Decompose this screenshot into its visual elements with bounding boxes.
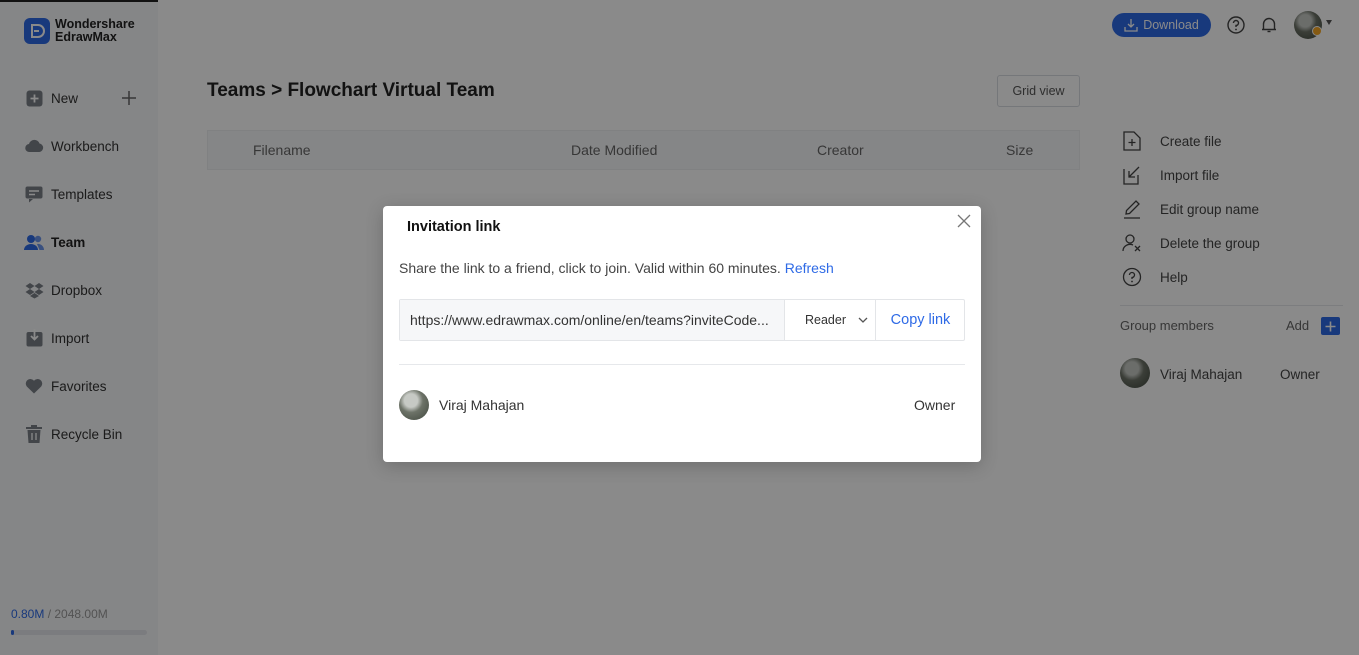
close-icon[interactable] <box>956 213 972 229</box>
invitation-link-dialog: Invitation link Share the link to a frie… <box>383 206 981 462</box>
role-select[interactable]: Reader <box>784 300 875 340</box>
member-avatar <box>399 390 429 420</box>
role-select-value: Reader <box>805 313 846 327</box>
dialog-title: Invitation link <box>407 219 501 235</box>
chevron-down-icon <box>858 317 868 323</box>
invite-link-input[interactable] <box>400 300 784 340</box>
member-role: Owner <box>914 397 956 413</box>
dialog-description: Share the link to a friend, click to joi… <box>399 260 834 276</box>
refresh-link[interactable]: Refresh <box>785 260 834 276</box>
description-text: Share the link to a friend, click to joi… <box>399 260 781 276</box>
invite-link-box: Reader Copy link <box>399 299 965 341</box>
copy-link-button[interactable]: Copy link <box>875 300 965 340</box>
member-name: Viraj Mahajan <box>439 397 525 413</box>
divider <box>399 364 965 365</box>
